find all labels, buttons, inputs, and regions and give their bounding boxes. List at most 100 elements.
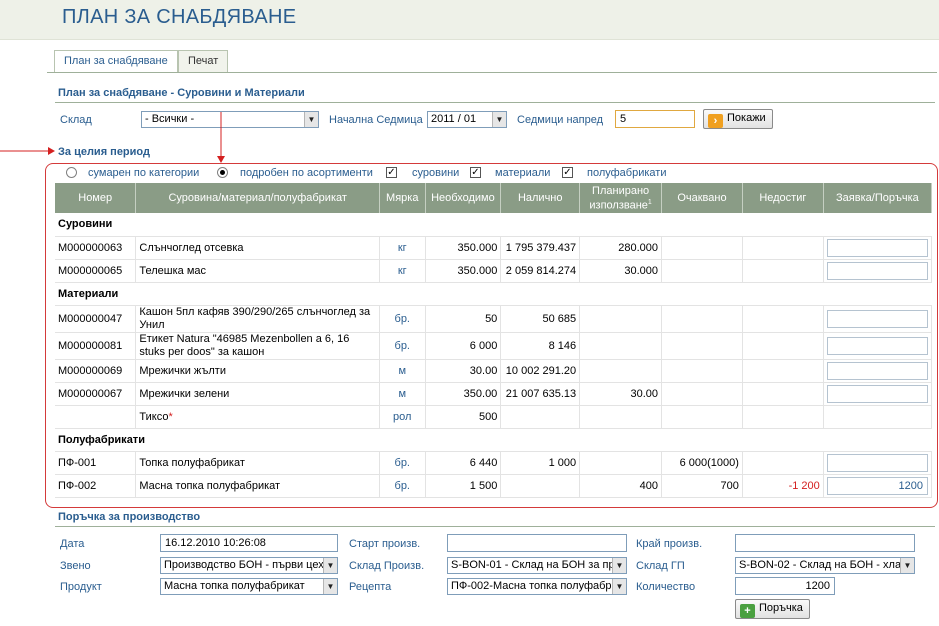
- cell-item: Етикет Natura "46985 Mezenbollen a 6, 16…: [135, 332, 381, 360]
- cell-number: M000000069: [55, 359, 137, 383]
- cell-shortage: [742, 359, 824, 383]
- cell-unit: бр.: [379, 305, 426, 333]
- recipe-label: Рецепта: [349, 581, 392, 593]
- chevron-down-icon: ▼: [323, 579, 337, 594]
- table-row: ПФ-001 Топка полуфабрикат бр. 6 440 1 00…: [55, 451, 933, 475]
- col-item[interactable]: Суровина/материал/полуфабрикат: [135, 183, 381, 213]
- cell-expected: 700: [661, 474, 743, 498]
- col-planned[interactable]: Планирано използване1: [579, 183, 663, 213]
- warehouse-label: Склад: [60, 114, 92, 126]
- order-input[interactable]: [826, 238, 928, 257]
- cell-shortage: -1 200: [742, 474, 824, 498]
- col-expected[interactable]: Очаквано: [661, 183, 743, 213]
- col-order[interactable]: Заявка/Поръчка: [823, 183, 933, 213]
- table-row: M000000065 Телешка мас кг 350.000 2 059 …: [55, 259, 933, 283]
- cell-item: Мрежички зелени: [135, 382, 381, 406]
- finished-goods-warehouse-select[interactable]: S-BON-02 - Склад на БОН - хладилен ▼: [735, 557, 915, 574]
- production-warehouse-label: Склад Произв.: [349, 560, 425, 572]
- show-button[interactable]: › Покажи: [703, 109, 773, 129]
- unit-select[interactable]: Производство БОН - първи цех ▼: [160, 557, 338, 574]
- cell-shortage: [742, 259, 824, 283]
- chevron-down-icon: ▼: [612, 579, 626, 594]
- cell-shortage: [742, 382, 824, 406]
- cell-unit: бр.: [379, 332, 426, 360]
- cell-unit: кг: [379, 259, 426, 283]
- supply-table: Номер Суровина/материал/полуфабрикат Мяр…: [55, 183, 933, 498]
- order-input[interactable]: [826, 384, 928, 403]
- page-title: ПЛАН ЗА СНАБДЯВАНЕ: [62, 6, 297, 28]
- order-input[interactable]: [826, 361, 928, 380]
- summary-radio[interactable]: [66, 167, 77, 178]
- order-input[interactable]: [826, 336, 928, 355]
- cell-expected: [661, 332, 743, 360]
- col-shortage[interactable]: Недостиг: [742, 183, 824, 213]
- finished-goods-warehouse-label: Склад ГП: [636, 560, 685, 572]
- cell-number: M000000065: [55, 259, 137, 283]
- cell-unit: бр.: [379, 451, 426, 475]
- date-input[interactable]: 16.12.2010 10:26:08: [160, 534, 338, 552]
- cell-planned: [579, 359, 663, 383]
- show-button-label: Покажи: [727, 112, 766, 124]
- order-input[interactable]: [826, 453, 928, 472]
- cell-order[interactable]: [823, 405, 933, 429]
- cell-shortage: [742, 405, 824, 429]
- required-mark: *: [168, 410, 173, 423]
- production-warehouse-select[interactable]: S-BON-01 - Склад на БОН за производство …: [447, 557, 627, 574]
- weeks-ahead-input[interactable]: 5: [615, 110, 695, 128]
- production-warehouse-value: S-BON-01 - Склад на БОН за производство: [451, 559, 626, 571]
- cell-needed: 350.000: [425, 259, 502, 283]
- product-label: Продукт: [60, 581, 102, 593]
- start-production-label: Старт произв.: [349, 538, 421, 550]
- cell-planned: [579, 405, 663, 429]
- product-select[interactable]: Масна топка полуфабрикат ▼: [160, 578, 338, 595]
- quantity-input[interactable]: 1200: [735, 577, 835, 595]
- cell-expected: [661, 305, 743, 333]
- group-row-raw: Суровини: [55, 213, 932, 237]
- end-production-label: Край произв.: [636, 538, 703, 550]
- cell-item-text: Тиксо: [139, 410, 169, 423]
- raw-checkbox[interactable]: ✓: [386, 167, 397, 178]
- cell-order: [823, 305, 933, 333]
- cell-shortage: [742, 236, 824, 260]
- end-production-input[interactable]: [735, 534, 915, 552]
- chevron-down-icon: ▼: [304, 112, 318, 127]
- period-title: За целия период: [58, 146, 150, 158]
- order-input[interactable]: [826, 261, 928, 280]
- start-production-input[interactable]: [447, 534, 627, 552]
- arrow-down-icon: [217, 112, 225, 163]
- tab-supply-plan[interactable]: План за снабдяване: [54, 50, 178, 73]
- detailed-radio-label: подробен по асортименти: [240, 167, 373, 179]
- cell-needed: 350.00: [425, 382, 502, 406]
- section-divider: [55, 102, 935, 103]
- materials-checkbox[interactable]: ✓: [470, 167, 481, 178]
- cell-order: 1200: [823, 474, 933, 498]
- cell-needed: 6 440: [425, 451, 502, 475]
- order-input[interactable]: [826, 309, 928, 328]
- semi-checkbox[interactable]: ✓: [562, 167, 573, 178]
- section-divider: [55, 526, 935, 527]
- cell-number: M000000063: [55, 236, 137, 260]
- warehouse-select[interactable]: - Всички - ▼: [141, 111, 319, 128]
- recipe-select[interactable]: ПФ-002-Масна топка полуфабрикат ▼: [447, 578, 627, 595]
- cell-item: Кашон 5пл кафяв 390/290/265 слънчоглед з…: [135, 305, 381, 333]
- table-row: Тиксо* рол 500: [55, 405, 933, 429]
- detailed-radio[interactable]: [217, 167, 228, 178]
- order-button[interactable]: + Поръчка: [735, 599, 810, 619]
- col-unit[interactable]: Мярка: [379, 183, 426, 213]
- cell-expected: [661, 359, 743, 383]
- cell-item: Телешка мас: [135, 259, 381, 283]
- cell-expected: 6 000(1000): [661, 451, 743, 475]
- col-number[interactable]: Номер: [55, 183, 137, 213]
- start-week-select[interactable]: 2011 / 01 ▼: [427, 111, 507, 128]
- table-row: M000000069 Мрежички жълти м 30.00 10 002…: [55, 359, 933, 383]
- col-available[interactable]: Налично: [500, 183, 581, 213]
- col-needed[interactable]: Необходимо: [425, 183, 502, 213]
- cell-unit: м: [379, 382, 426, 406]
- tab-print[interactable]: Печат: [178, 50, 229, 72]
- cell-needed: 350.000: [425, 236, 502, 260]
- cell-planned: [579, 332, 663, 360]
- group-title: Полуфабрикати: [55, 428, 932, 452]
- cell-planned: [579, 451, 663, 475]
- order-input[interactable]: 1200: [826, 476, 928, 495]
- arrow-right-icon: [0, 147, 55, 155]
